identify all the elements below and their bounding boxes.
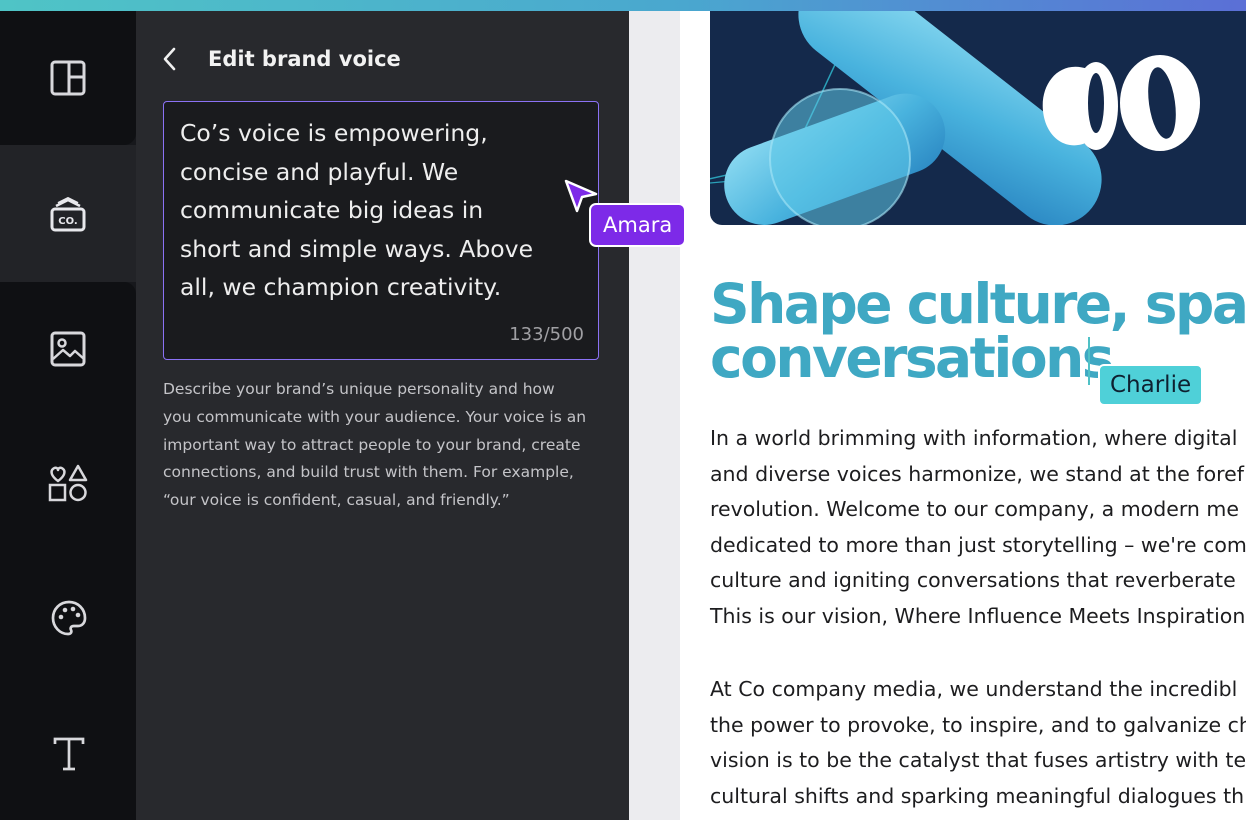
paragraph-line: revolution. Welcome to our company, a mo… [710,497,1240,522]
side-rail: CO. [0,11,136,820]
character-counter: 133/500 [509,324,584,345]
paragraph-line: vision is to be the catalyst that fuses … [710,748,1246,773]
voice-line: communicate big ideas in [180,196,484,224]
paragraph-line: In a world brimming with information, wh… [710,426,1238,450]
brand-voice-text[interactable]: Co’s voice is empowering, concise and pl… [180,114,590,307]
paragraph-line: cultural shifts and sparking meaningful … [710,783,1245,808]
help-text: Describe your brand’s unique personality… [163,376,613,515]
paragraph-line: dedicated to more than just storytelling… [710,532,1246,557]
palette-icon[interactable] [50,599,88,641]
help-line: connections, and build trust with them. … [163,463,574,482]
help-line: you communicate with your audience. Your… [163,407,587,426]
help-line: Describe your brand’s unique personality… [163,380,555,398]
document-page[interactable]: Shape culture, spark conversations Charl… [680,11,1246,820]
hero-image[interactable] [710,11,1246,225]
panel-title: Edit brand voice [208,47,401,71]
headline-line: Shape culture, spark [710,272,1246,336]
collaborator-tag-charlie: Charlie [1098,364,1204,406]
top-gradient-bar [0,0,1246,11]
text-icon[interactable] [52,736,86,776]
body-paragraph-1[interactable]: In a world brimming with information, wh… [710,421,1246,635]
layout-icon [50,60,86,96]
co-logo-icon [1042,55,1200,151]
svg-text:CO.: CO. [58,216,77,227]
help-line: important way to attract people to your … [163,435,581,454]
body-paragraph-2[interactable]: At Co company media, we understand the i… [710,672,1246,814]
voice-line: all, we champion creativity. [180,273,502,301]
paragraph-line: At Co company media, we understand the i… [710,677,1238,701]
brand-voice-panel: Edit brand voice Co’s voice is empowerin… [136,11,629,820]
rail-item-layout[interactable] [0,11,136,145]
paragraph-line: This is our vision, Where Influence Meet… [710,603,1246,628]
hero-graphic [710,11,1200,225]
voice-line: Co’s voice is empowering, [180,119,488,147]
chevron-left-icon [163,47,177,75]
paragraph-line: culture and igniting conversations that … [710,568,1236,593]
voice-line: concise and playful. We [180,157,459,186]
text-caret [1088,337,1090,385]
rail-item-brand[interactable]: CO. [0,145,136,282]
voice-line: short and simple ways. Above [180,234,534,263]
paragraph-line: the power to provoke, to inspire, and to… [710,712,1246,737]
brand-voice-textarea[interactable]: Co’s voice is empowering, concise and pl… [163,101,599,360]
paragraph-line: and diverse voices harmonize, we stand a… [710,461,1244,486]
collaborator-tag-amara: Amara [589,203,687,247]
elements-icon[interactable] [48,463,88,507]
help-line: “our voice is confident, casual, and fri… [163,491,510,510]
back-button[interactable] [158,47,182,75]
brand-kit-icon: CO. [48,194,88,234]
image-icon[interactable] [50,331,86,371]
